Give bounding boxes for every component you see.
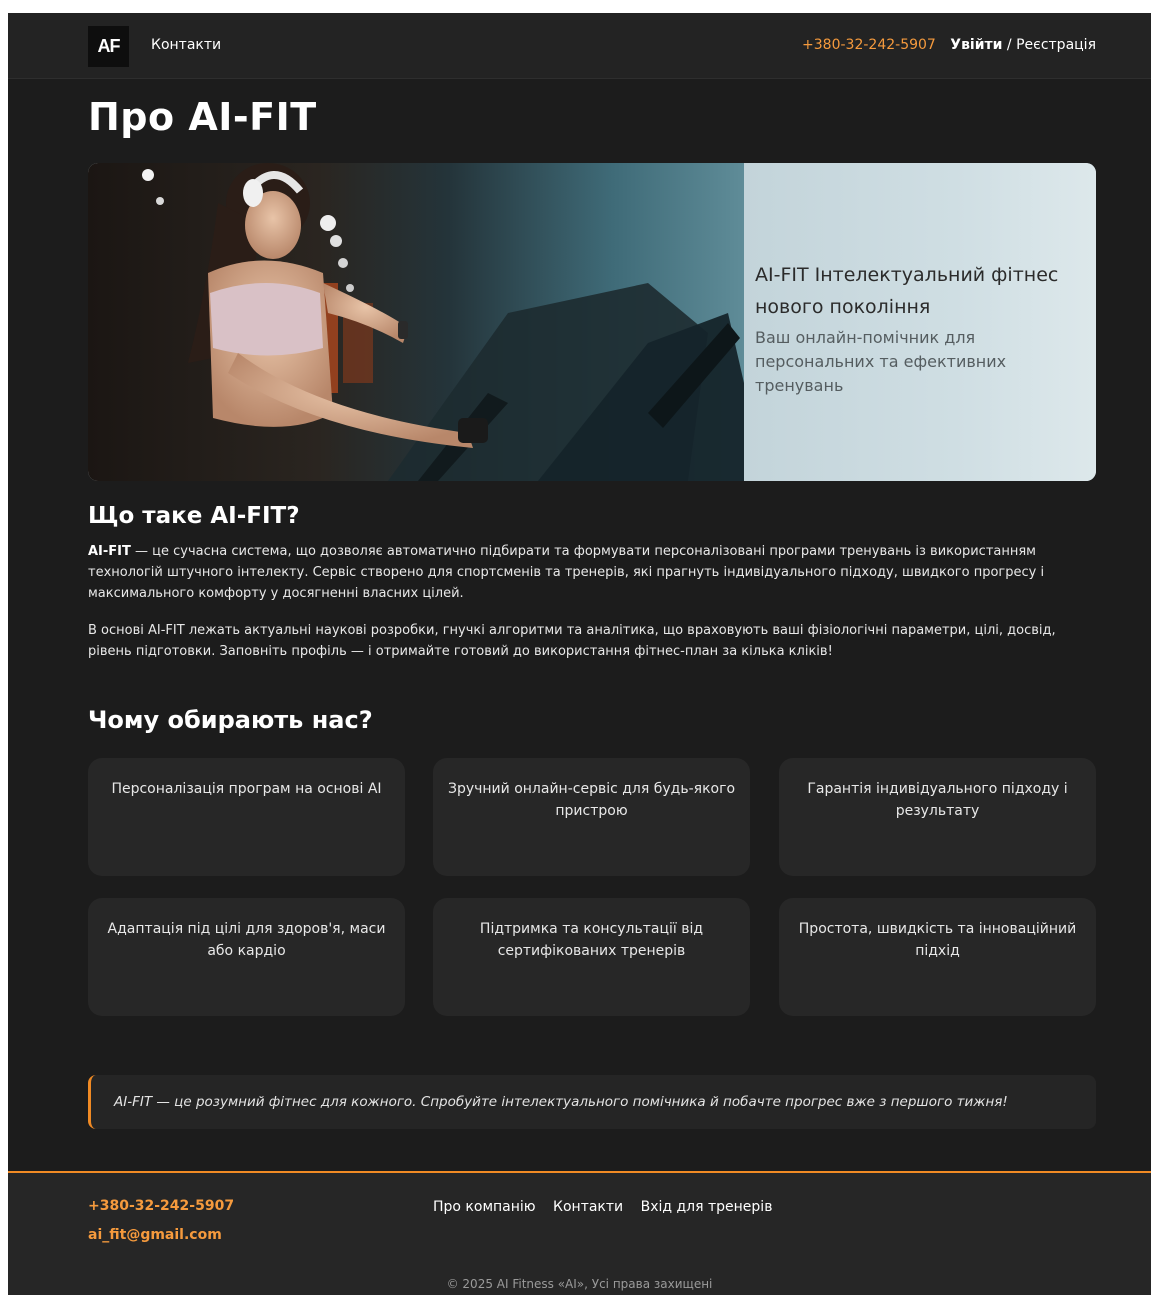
header-phone[interactable]: +380-32-242-5907: [802, 37, 936, 53]
feature-card: Простота, швидкість та інноваційний підх…: [779, 898, 1096, 1016]
about-brand: AI-FIT: [88, 544, 131, 559]
footer: +380-32-242-5907 ai_fit@gmail.com Про ко…: [8, 1171, 1151, 1295]
copyright: © 2025 AI Fitness «AI», Усі права захище…: [446, 1277, 713, 1291]
login-link[interactable]: Увійти: [950, 37, 1002, 53]
about-paragraph-2: В основі AI-FIT лежать актуальні наукові…: [88, 623, 1056, 659]
register-link[interactable]: Реєстрація: [1016, 37, 1096, 53]
page: AF Контакти +380-32-242-5907 Увійти / Ре…: [8, 13, 1151, 1295]
hero-banner: AI-FIT Інтелектуальний фітнес нового пок…: [88, 163, 1096, 481]
auth-separator: /: [1006, 37, 1012, 53]
hero-text-panel: AI-FIT Інтелектуальний фітнес нового пок…: [744, 163, 1096, 481]
feature-card: Персоналізація програм на основі AI: [88, 758, 405, 876]
hero-image: [88, 163, 744, 481]
nav-link-contacts[interactable]: Контакти: [151, 37, 221, 53]
quote-banner: AI-FIT — це розумний фітнес для кожного.…: [88, 1075, 1096, 1129]
feature-card: Зручний онлайн-сервіс для будь-якого при…: [433, 758, 750, 876]
footer-link-about[interactable]: Про компанію: [433, 1199, 536, 1215]
about-heading: Що таке AI-FIT?: [88, 503, 300, 529]
hero-subtitle: Ваш онлайн-помічник для персональних та …: [755, 328, 1007, 395]
footer-email[interactable]: ai_fit@gmail.com: [88, 1227, 222, 1243]
logo[interactable]: AF: [88, 26, 129, 67]
header-actions: +380-32-242-5907 Увійти / Реєстрація: [802, 37, 1096, 53]
footer-nav: Про компанію Контакти Вхід для тренерів: [433, 1199, 785, 1215]
hero-title: AI-FIT Інтелектуальний фітнес нового пок…: [755, 264, 1059, 318]
page-title: Про AI-FIT: [88, 95, 317, 139]
feature-card: Адаптація під цілі для здоров'я, маси аб…: [88, 898, 405, 1016]
about-paragraph-1-text: — це сучасна система, що дозволяє автома…: [88, 544, 1045, 601]
why-heading: Чому обирають нас?: [88, 706, 373, 734]
feature-card: Гарантія індивідуального підходу і резул…: [779, 758, 1096, 876]
feature-card: Підтримка та консультації від сертифіков…: [433, 898, 750, 1016]
about-paragraph-1: AI-FIT — це сучасна система, що дозволяє…: [88, 541, 1098, 604]
header: AF Контакти +380-32-242-5907 Увійти / Ре…: [8, 13, 1151, 79]
footer-link-contacts[interactable]: Контакти: [553, 1199, 623, 1215]
footer-link-trainer-login[interactable]: Вхід для тренерів: [641, 1199, 773, 1215]
footer-phone[interactable]: +380-32-242-5907: [88, 1198, 234, 1214]
